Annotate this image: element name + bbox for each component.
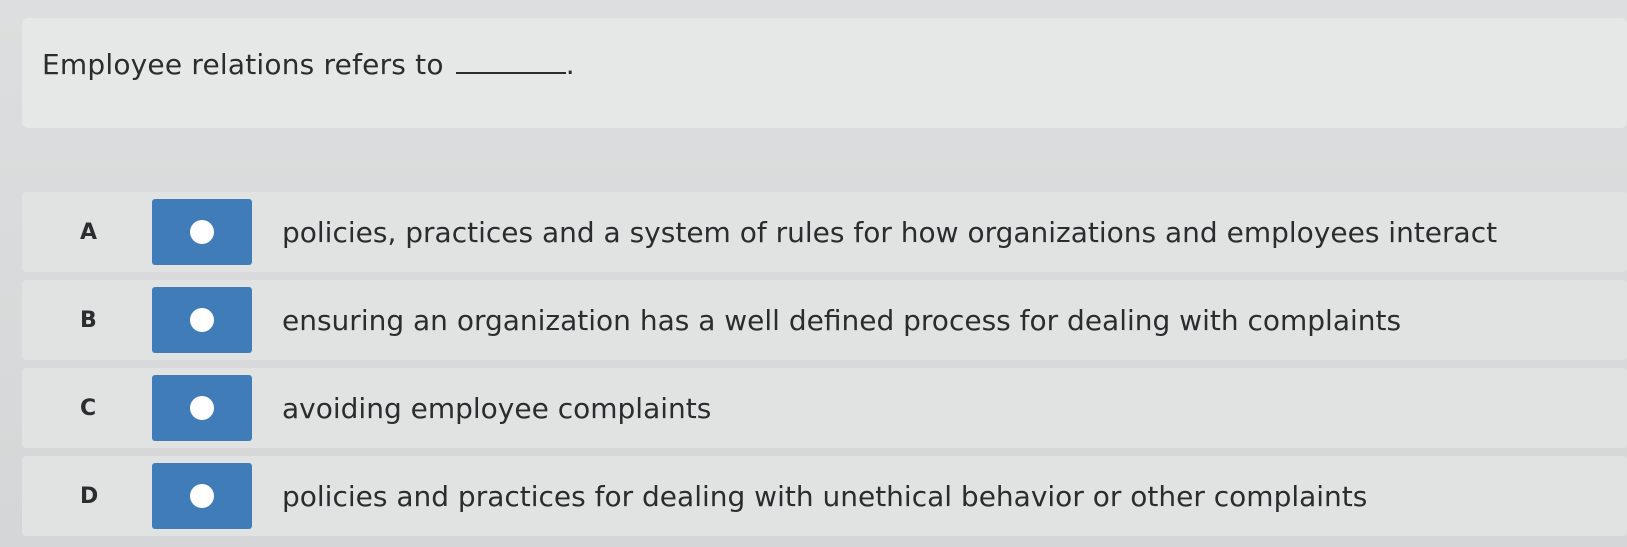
question-suffix: . [565,48,575,81]
option-letter: A [80,219,98,245]
radio-dot-icon [190,308,214,332]
radio-dot-icon [190,396,214,420]
answer-blank [455,50,566,74]
option-letter: D [80,483,99,509]
option-d-radio[interactable] [152,463,252,529]
option-text: policies, practices and a system of rule… [282,215,1498,249]
option-letter: C [80,395,97,421]
question-card: Employee relations refers to. [22,18,1627,128]
option-text: avoiding employee complaints [282,391,712,425]
option-text: ensuring an organization has a well defi… [282,303,1402,337]
question-text: Employee relations refers to [42,48,444,81]
option-text: policies and practices for dealing with … [282,479,1368,513]
option-a[interactable]: A policies, practices and a system of ru… [22,192,1627,272]
option-c-radio[interactable] [152,375,252,441]
option-a-radio[interactable] [152,199,252,265]
option-b[interactable]: B ensuring an organization has a well de… [22,280,1627,360]
question-prompt: Employee relations refers to. [42,48,575,81]
option-d[interactable]: D policies and practices for dealing wit… [22,456,1627,536]
answer-options: A policies, practices and a system of ru… [22,192,1627,544]
radio-dot-icon [190,220,214,244]
option-letter: B [80,307,97,333]
option-c[interactable]: C avoiding employee complaints [22,368,1627,448]
radio-dot-icon [190,484,214,508]
option-b-radio[interactable] [152,287,252,353]
quiz-page: Employee relations refers to. A policies… [0,0,1627,547]
